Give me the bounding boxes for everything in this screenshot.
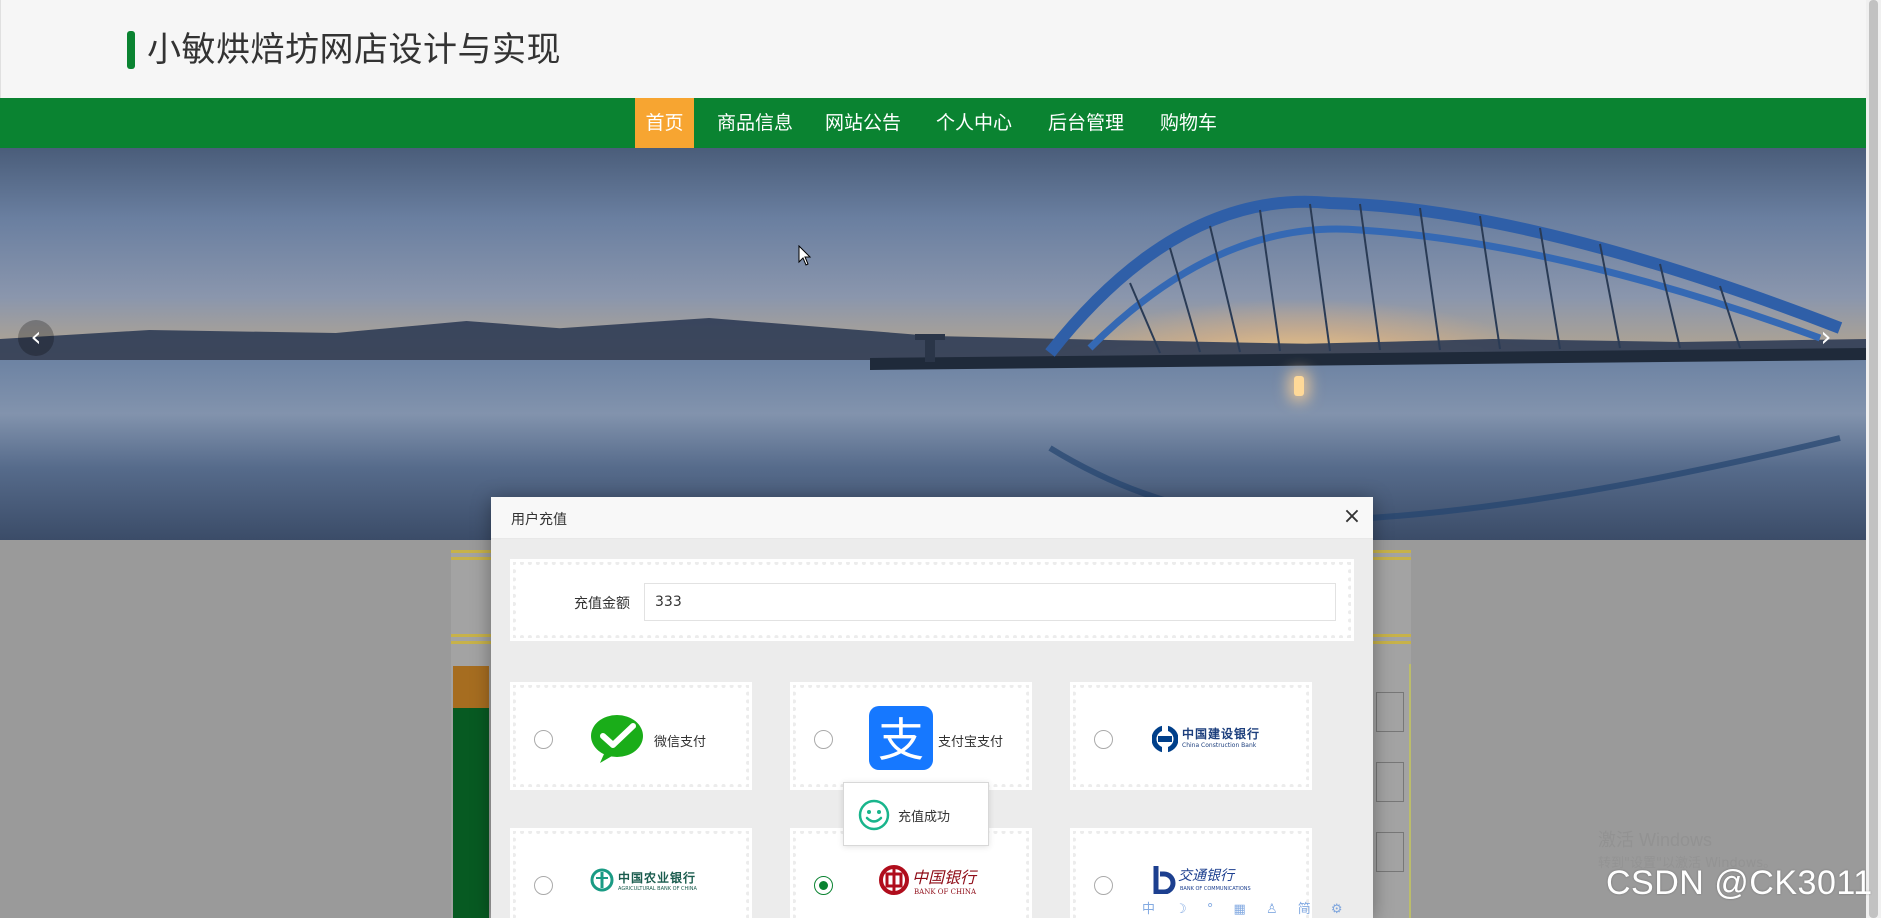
windows-activation-watermark: 激活 Windows — [1598, 830, 1713, 850]
close-icon[interactable]: × — [1341, 506, 1363, 528]
amount-label: 充值金额 — [574, 596, 630, 612]
background-field — [1376, 692, 1404, 732]
carousel-prev-button[interactable]: ‹ — [18, 320, 54, 356]
payment-label-abc: 中国农业银行 — [618, 871, 697, 885]
recharge-modal: 用户充值 × 充值金额 微信支付 支 支付宝支付 中国建设银行 China Co — [491, 497, 1373, 918]
payment-radio-alipay[interactable] — [814, 730, 833, 749]
toast-message: 充值成功 — [898, 810, 951, 825]
modal-header: 用户充值 × — [491, 497, 1373, 539]
mouse-cursor-icon — [798, 245, 812, 266]
alipay-icon: 支 — [869, 706, 933, 770]
amount-input[interactable] — [644, 583, 1336, 621]
site-header: 小敏烘焙坊网店设计与实现 — [0, 0, 1866, 98]
payment-sublabel-bocom: BANK OF COMMUNICATIONS — [1180, 886, 1251, 892]
ccb-logo — [1152, 724, 1178, 754]
payment-label-ccb: 中国建设银行 — [1182, 727, 1261, 741]
wechat-pay-icon — [591, 715, 643, 763]
payment-radio-wechat[interactable] — [534, 730, 553, 749]
csdn-watermark: CSDN @CK3011 — [1606, 864, 1873, 902]
banner-bridge-illustration — [870, 195, 1866, 524]
background-field — [1376, 832, 1404, 872]
payment-sublabel-boc: BANK OF CHINA — [914, 888, 977, 896]
modal-title: 用户充值 — [511, 512, 567, 528]
abc-logo — [590, 868, 614, 892]
payment-option-ccb[interactable]: 中国建设银行 China Construction Bank — [1070, 682, 1312, 790]
payment-radio-ccb[interactable] — [1094, 730, 1113, 749]
background-field — [1376, 762, 1404, 802]
payment-option-wechat[interactable]: 微信支付 — [510, 682, 752, 790]
content-right-border — [1409, 664, 1411, 918]
payment-label-alipay: 支付宝支付 — [938, 735, 1004, 750]
payment-radio-abc[interactable] — [534, 876, 553, 895]
payment-sublabel-ccb: China Construction Bank — [1182, 742, 1257, 749]
nav-item-home[interactable]: 首页 — [635, 98, 694, 148]
site-title: 小敏烘焙坊网店设计与实现 — [147, 30, 561, 70]
nav-item-admin[interactable]: 后台管理 — [1038, 98, 1134, 148]
nav-item-announcements[interactable]: 网站公告 — [815, 98, 911, 148]
bocom-logo — [1153, 866, 1176, 894]
ime-toolbar[interactable]: 中 ☽ ° ▦ ♙ 简 ⚙ — [1142, 898, 1351, 917]
payment-radio-boc[interactable] — [814, 876, 833, 895]
payment-option-alipay[interactable]: 支 支付宝支付 — [790, 682, 1032, 790]
payment-radio-bocom[interactable] — [1094, 876, 1113, 895]
smile-icon — [858, 799, 890, 831]
amount-panel: 充值金额 — [510, 559, 1354, 641]
scrollbar-thumb[interactable] — [1869, 0, 1878, 918]
banner-carousel: ‹ › — [0, 148, 1866, 540]
boc-logo — [879, 865, 909, 895]
carousel-next-button[interactable]: › — [1808, 320, 1844, 356]
payment-sublabel-abc: AGRICULTURAL BANK OF CHINA — [618, 886, 697, 892]
banner-sun — [1294, 376, 1304, 396]
nav-item-profile[interactable]: 个人中心 — [926, 98, 1022, 148]
payment-label-bocom: 交通银行 — [1178, 868, 1234, 884]
success-toast: 充值成功 — [843, 782, 989, 846]
page-scrollbar[interactable] — [1866, 0, 1881, 918]
svg-text:支: 支 — [878, 713, 924, 767]
sidebar-header-block — [453, 666, 489, 708]
payment-option-abc[interactable]: 中国农业银行 AGRICULTURAL BANK OF CHINA — [510, 828, 752, 918]
main-nav: 首页 商品信息 网站公告 个人中心 后台管理 购物车 — [0, 98, 1866, 148]
payment-label-boc: 中国银行 — [912, 868, 977, 887]
sidebar-column — [453, 708, 489, 918]
title-accent-bar — [127, 31, 135, 69]
nav-item-cart[interactable]: 购物车 — [1150, 98, 1227, 148]
nav-item-products[interactable]: 商品信息 — [707, 98, 803, 148]
payment-label-wechat: 微信支付 — [654, 735, 707, 750]
